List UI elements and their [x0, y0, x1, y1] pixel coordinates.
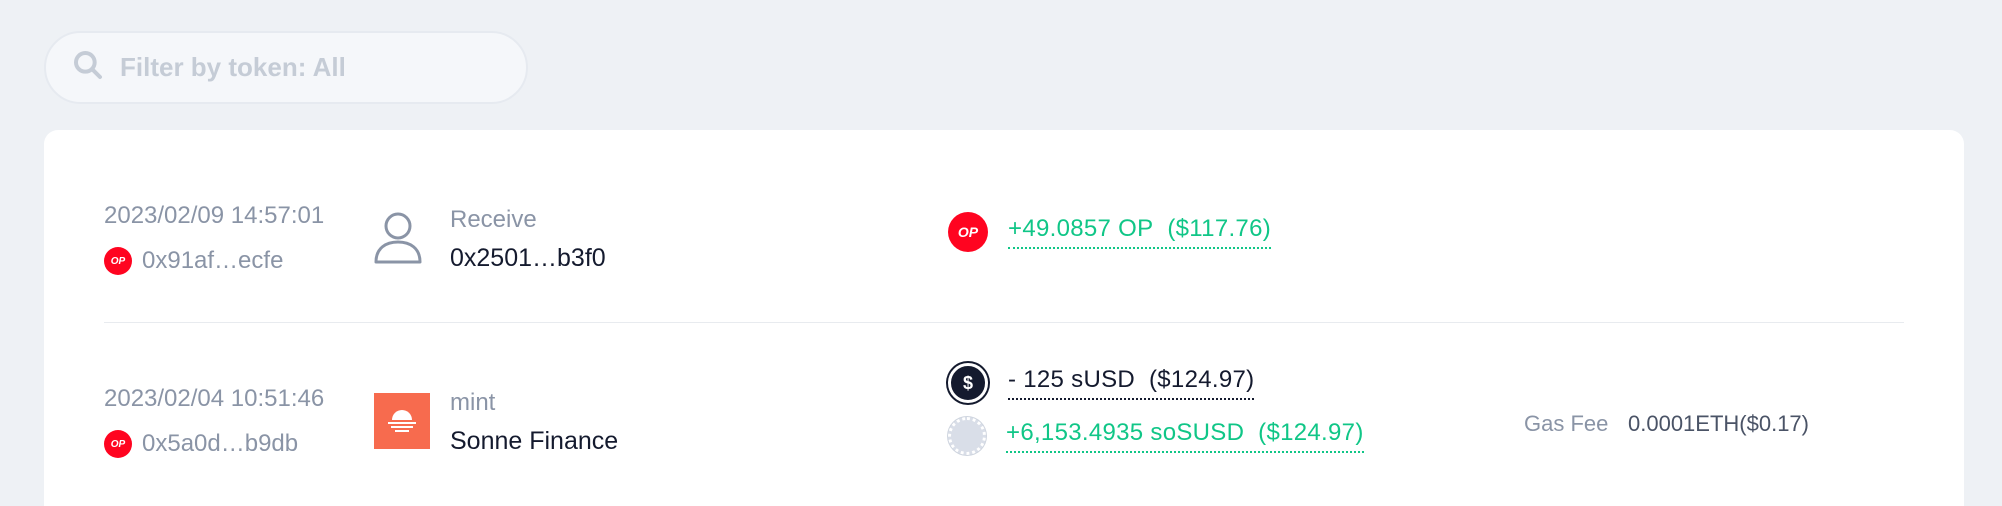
op-chain-icon: OP [104, 430, 132, 458]
tx-datetime: 2023/02/04 10:51:46 [104, 385, 325, 412]
gas-fee-label: Gas Fee [1524, 411, 1609, 436]
transaction-list: 2023/02/09 14:57:01 OP 0x91af…ecfe Recei… [44, 130, 1964, 506]
counterparty-name[interactable]: Sonne Finance [450, 427, 618, 456]
token-amount[interactable]: - 125 sUSD ($124.97) [1008, 366, 1255, 400]
tx-hash: 0x5a0d…b9db [142, 430, 299, 457]
sonne-finance-logo [374, 393, 430, 449]
token-amount[interactable]: +6,153.4935 soSUSD ($124.97) [1006, 419, 1364, 453]
tx-datetime: 2023/02/09 14:57:01 [104, 202, 325, 229]
tx-type: Receive [450, 206, 537, 233]
token-amount[interactable]: +49.0857 OP ($117.76) [1008, 215, 1272, 249]
token-change: +6,153.4935 soSUSD ($124.97) [948, 417, 1364, 455]
op-chain-icon: OP [104, 247, 132, 275]
op-token-icon: OP [948, 212, 988, 252]
filter-input[interactable] [120, 52, 500, 83]
user-icon [372, 210, 424, 271]
token-change: $ - 125 sUSD ($124.97) [948, 363, 1255, 403]
token-filter[interactable] [44, 31, 528, 104]
tx-hash-link[interactable]: OP 0x5a0d…b9db [104, 430, 298, 458]
counterparty-address[interactable]: 0x2501…b3f0 [450, 244, 606, 273]
search-icon [72, 49, 104, 86]
transaction-row: 2023/02/04 10:51:46 OP 0x5a0d…b9db mint … [44, 323, 1964, 506]
gas-fee-value: 0.0001ETH($0.17) [1628, 411, 1809, 436]
tx-hash: 0x91af…ecfe [142, 247, 284, 274]
tx-type: mint [450, 389, 496, 416]
sosusd-token-icon [948, 417, 986, 455]
susd-token-icon: $ [948, 363, 988, 403]
tx-hash-link[interactable]: OP 0x91af…ecfe [104, 247, 283, 275]
transaction-row: 2023/02/09 14:57:01 OP 0x91af…ecfe Recei… [44, 130, 1964, 322]
token-change: OP +49.0857 OP ($117.76) [948, 212, 1272, 252]
